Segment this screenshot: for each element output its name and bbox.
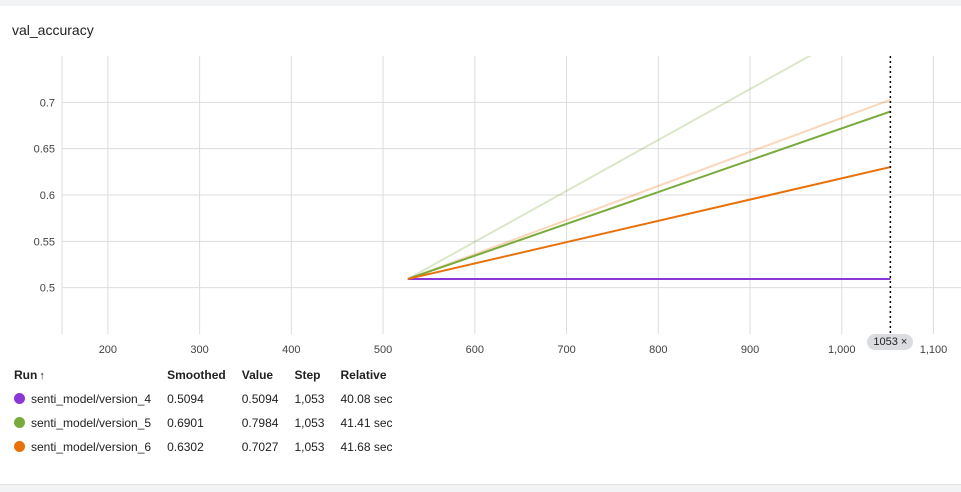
hover-step-badge[interactable]: 1053 × — [867, 334, 914, 350]
legend-run-cell: senti_model/version_4 — [14, 388, 167, 412]
series-group — [407, 11, 891, 280]
legend-run-cell: senti_model/version_6 — [14, 436, 167, 460]
run-color-dot-icon[interactable] — [14, 417, 25, 428]
header-smoothed[interactable]: Smoothed — [167, 368, 242, 388]
smoothed-cell: 0.6302 — [167, 440, 204, 454]
value-cell: 0.7027 — [241, 440, 279, 454]
y-tick-label: 0.7 — [40, 97, 55, 109]
legend-row-version-6: senti_model/version_6 0.6302 0.7027 1,05… — [14, 436, 409, 460]
legend-row-version-5: senti_model/version_5 0.6901 0.7984 1,05… — [14, 412, 409, 436]
x-tick-label: 1,100 — [920, 344, 948, 356]
run-name: senti_model/version_4 — [31, 392, 152, 406]
value-cell: 0.5094 — [241, 392, 279, 406]
step-cell: 1,053 — [294, 416, 325, 430]
step-cell: 1,053 — [294, 440, 325, 454]
hover-step-label: 1053 — [873, 336, 898, 348]
run-name: senti_model/version_6 — [31, 440, 152, 454]
y-tick-label: 0.65 — [34, 144, 55, 156]
smoothed-cell: 0.6901 — [167, 416, 204, 430]
header-value[interactable]: Value — [242, 368, 295, 388]
series-smoothed-line-2[interactable] — [407, 166, 891, 280]
series-raw-line-1[interactable] — [407, 11, 891, 280]
legend-header-row: Run ↑ Smoothed Value Step Relative — [14, 368, 409, 388]
x-tick-label: 400 — [282, 344, 300, 356]
header-step[interactable]: Step — [294, 368, 340, 388]
step-cell: 1,053 — [294, 392, 325, 406]
value-cell: 0.7984 — [241, 416, 279, 430]
x-tick-label: 300 — [190, 344, 208, 356]
y-tick-label: 0.5 — [40, 283, 55, 295]
smoothed-cell: 0.5094 — [167, 392, 204, 406]
header-relative[interactable]: Relative — [340, 368, 408, 388]
x-tick-label: 700 — [557, 344, 575, 356]
legend-run-cell: senti_model/version_5 — [14, 412, 167, 436]
run-color-dot-icon[interactable] — [14, 393, 25, 404]
relative-cell: 41.68 sec — [340, 440, 393, 454]
x-tick-label: 200 — [99, 344, 117, 356]
x-tick-label: 600 — [466, 344, 484, 356]
close-icon[interactable]: × — [901, 336, 907, 348]
sort-arrow-up-icon[interactable]: ↑ — [39, 370, 45, 382]
x-tick-label: 1,000 — [828, 344, 856, 356]
x-tick-label: 500 — [374, 344, 392, 356]
header-run[interactable]: Run ↑ — [14, 368, 167, 388]
legend-row-version-4: senti_model/version_4 0.5094 0.5094 1,05… — [14, 388, 409, 412]
x-tick-label: 800 — [649, 344, 667, 356]
relative-cell: 41.41 sec — [340, 416, 393, 430]
relative-cell: 40.08 sec — [340, 392, 393, 406]
legend-table: Run ↑ Smoothed Value Step Relative senti_… — [14, 368, 409, 460]
series-raw-line-2[interactable] — [407, 98, 891, 280]
run-name: senti_model/version_5 — [31, 416, 152, 430]
x-tick-label: 900 — [741, 344, 759, 356]
run-color-dot-icon[interactable] — [14, 441, 25, 452]
y-tick-label: 0.6 — [40, 190, 55, 202]
y-tick-label: 0.55 — [34, 236, 55, 248]
